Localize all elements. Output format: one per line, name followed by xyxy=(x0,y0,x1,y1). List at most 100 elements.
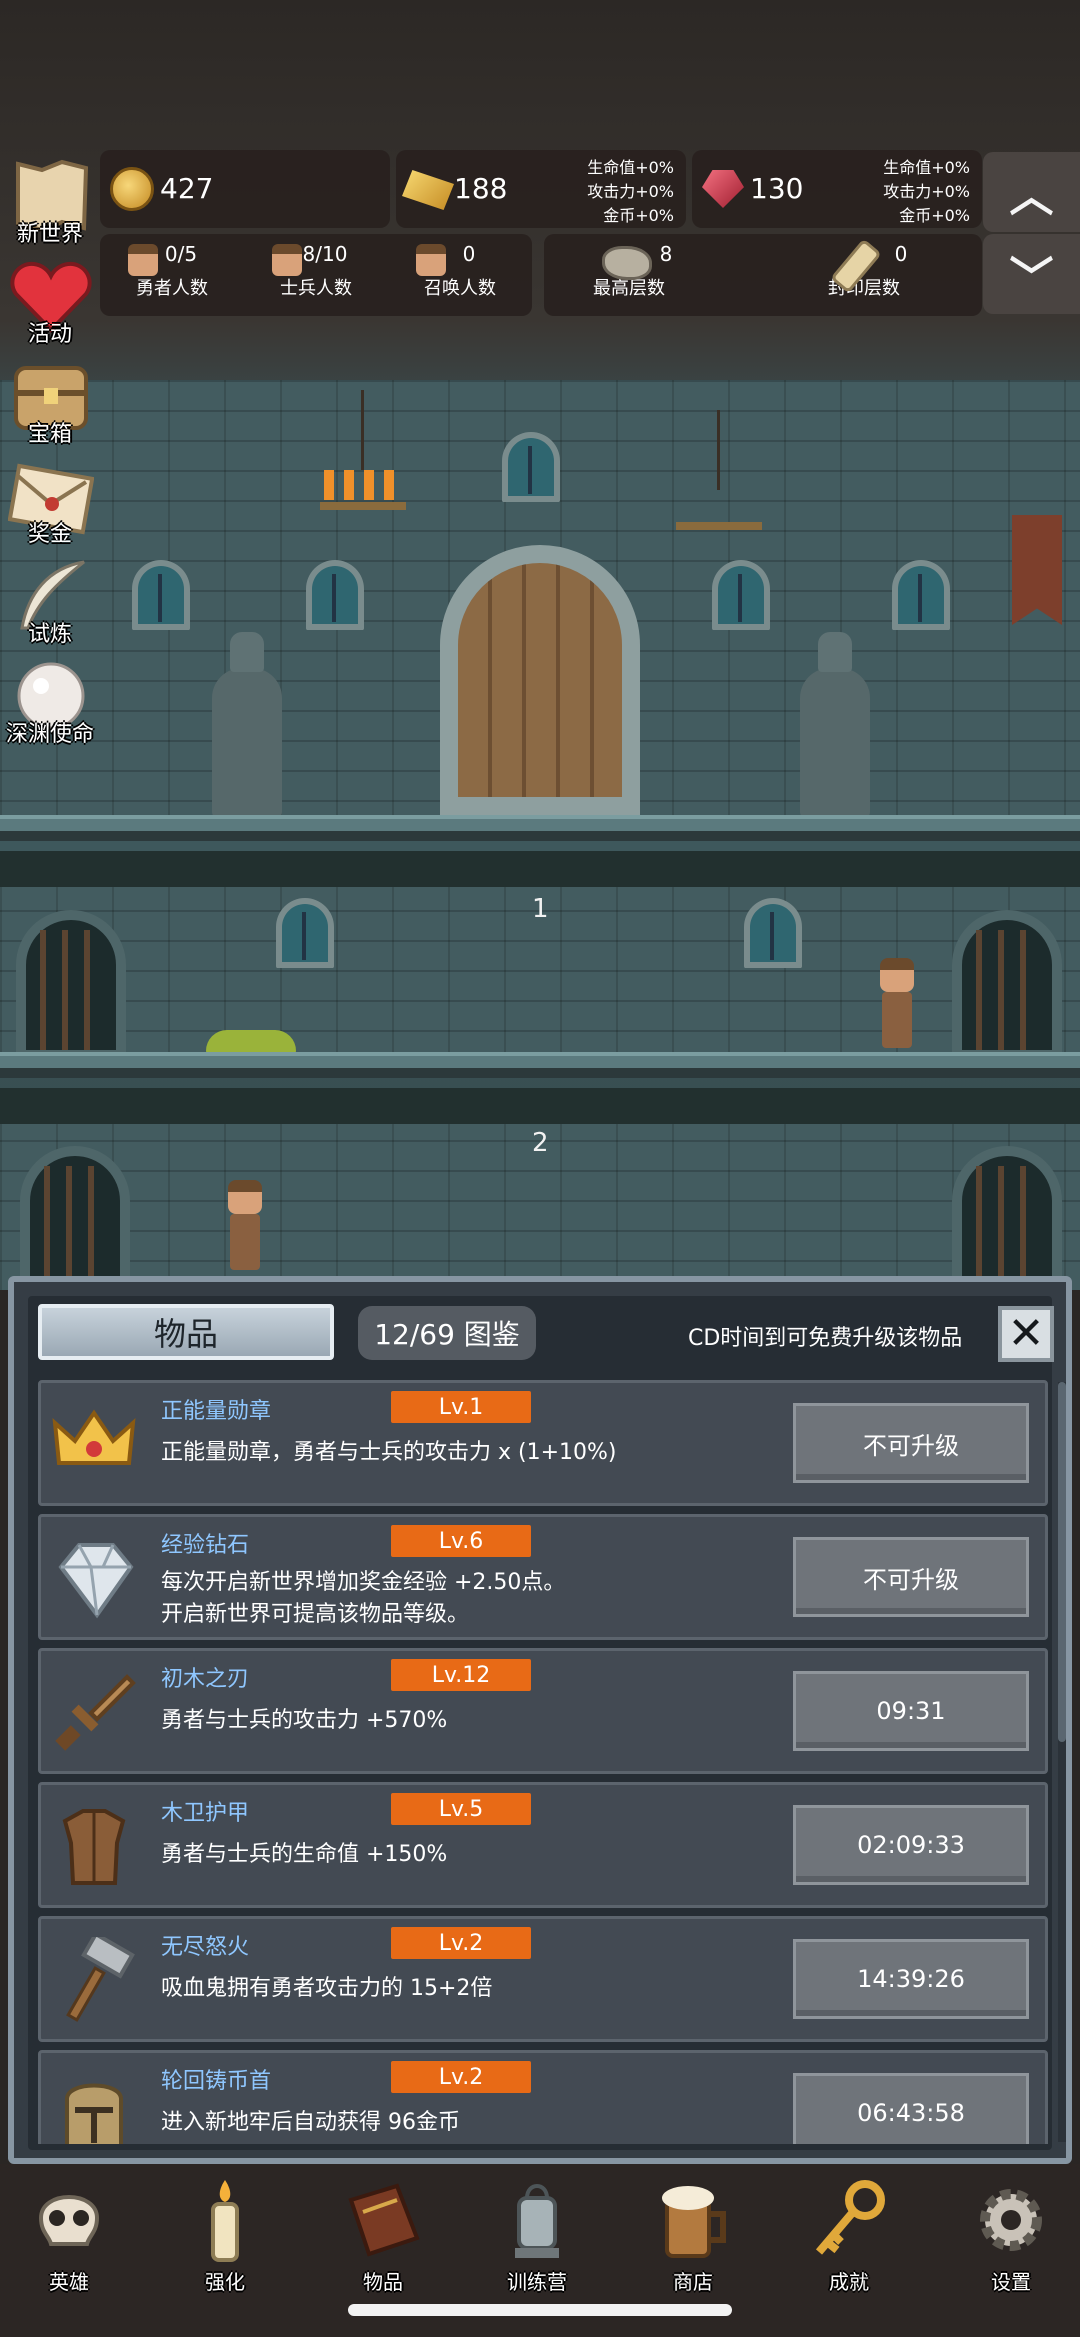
window xyxy=(712,560,770,630)
window xyxy=(132,560,190,630)
item-list-scrollbar[interactable] xyxy=(1058,1382,1066,2142)
nav-achievements[interactable]: 成就 xyxy=(784,2178,914,2298)
side-item-chest[interactable]: 宝箱 xyxy=(0,358,100,456)
item-card[interactable]: 经验钻石 Lv.6 每次开启新世界增加奖金经验 +2.50点。 开启新世界可提高… xyxy=(38,1514,1048,1640)
ruby-value: 130 xyxy=(750,172,804,205)
item-description-line: 每次开启新世界增加奖金经验 +2.50点。 xyxy=(161,1570,566,1595)
side-label: 深渊使命 xyxy=(5,722,94,747)
cd-hint: CD时间到可免费升级该物品 xyxy=(688,1326,963,1351)
panel-title-tab[interactable]: 物品 xyxy=(38,1304,334,1360)
knight-statue xyxy=(212,632,282,818)
side-item-events[interactable]: 活动 xyxy=(0,258,100,356)
window xyxy=(276,898,334,968)
hammer-icon xyxy=(66,1937,135,2022)
dungeon-door xyxy=(952,910,1062,1060)
item-description: 每次开启新世界增加奖金经验 +2.50点。 开启新世界可提高该物品等级。 xyxy=(161,1567,781,1631)
hero-count-label: 勇者人数 xyxy=(136,278,208,299)
item-description-line: 进入新地牢后自动获得 96金币 xyxy=(161,2110,460,2135)
gold-value: 427 xyxy=(160,172,214,205)
nav-enhance[interactable]: 强化 xyxy=(160,2178,290,2298)
hero-character xyxy=(224,1180,264,1272)
item-upgrade-button[interactable]: 不可升级 xyxy=(793,1403,1029,1483)
gold-bar-counter[interactable]: 188 生命值+0% 攻击力+0% 金币+0% xyxy=(396,150,686,228)
hp-bonus: 生命值+0% xyxy=(587,158,674,177)
candle-icon xyxy=(211,2180,239,2262)
ledge xyxy=(0,815,1080,841)
item-upgrade-button[interactable]: 02:09:33 xyxy=(793,1805,1029,1885)
nav-label: 物品 xyxy=(363,2270,403,2294)
close-icon: ✕ xyxy=(1007,1308,1045,1359)
soldier-count-label: 士兵人数 xyxy=(280,278,352,299)
gold-bar-value: 188 xyxy=(454,172,508,205)
item-list[interactable]: 正能量勋章 Lv.1 正能量勋章，勇者与士兵的攻击力 x (1+10%) 不可升… xyxy=(38,1380,1054,2144)
item-level-badge: Lv.5 xyxy=(391,1793,531,1825)
ruby-icon xyxy=(702,170,744,208)
item-card[interactable]: 正能量勋章 Lv.1 正能量勋章，勇者与士兵的攻击力 x (1+10%) 不可升… xyxy=(38,1380,1048,1506)
ruby-counter[interactable]: 130 生命值+0% 攻击力+0% 金币+0% xyxy=(692,150,982,228)
key-icon xyxy=(815,2180,885,2255)
atk-bonus: 攻击力+0% xyxy=(883,182,970,201)
nav-label: 商店 xyxy=(673,2270,713,2294)
nav-label: 成就 xyxy=(829,2270,869,2294)
item-card[interactable]: 无尽怒火 Lv.2 吸血鬼拥有勇者攻击力的 15+2倍 14:39:26 xyxy=(38,1916,1048,2042)
item-level-badge: Lv.1 xyxy=(391,1391,531,1423)
sealed-floor-label: 封印层数 xyxy=(828,278,900,299)
ledge-shadow xyxy=(0,851,1080,887)
soldier-count: 8/10 士兵人数 xyxy=(246,242,386,300)
summon-count-label: 召唤人数 xyxy=(424,278,496,299)
side-item-abyss[interactable]: 深渊使命 xyxy=(0,658,100,756)
item-description: 勇者与士兵的攻击力 +570% xyxy=(161,1705,781,1737)
scroll-up-button[interactable]: ︿ xyxy=(983,152,1080,232)
gold-bonus: 金币+0% xyxy=(603,206,674,225)
nav-settings[interactable]: 设置 xyxy=(946,2178,1076,2298)
gold-bar-bonuses: 生命值+0% 攻击力+0% 金币+0% xyxy=(587,156,674,228)
floor-stats: 8 最高层数 0 封印层数 xyxy=(544,234,982,316)
chandelier-lit xyxy=(320,390,406,510)
item-description-line: 勇者与士兵的攻击力 +570% xyxy=(161,1708,448,1733)
gear-icon xyxy=(980,2189,1042,2251)
summon-count: 0 召唤人数 xyxy=(390,242,530,300)
chevron-down-icon: ﹀ xyxy=(1009,253,1054,304)
window xyxy=(306,560,364,630)
item-level-badge: Lv.2 xyxy=(391,2061,531,2093)
side-item-trial[interactable]: 试炼 xyxy=(0,558,100,656)
item-card[interactable]: 初木之刃 Lv.12 勇者与士兵的攻击力 +570% 09:31 xyxy=(38,1648,1048,1774)
item-upgrade-button[interactable]: 不可升级 xyxy=(793,1537,1029,1617)
window xyxy=(502,432,560,502)
home-indicator[interactable] xyxy=(348,2304,732,2316)
side-label: 宝箱 xyxy=(27,422,72,447)
item-upgrade-button[interactable]: 09:31 xyxy=(793,1671,1029,1751)
dungeon-door xyxy=(20,1146,130,1290)
dungeon-door xyxy=(16,910,126,1060)
item-card[interactable]: 木卫护甲 Lv.5 勇者与士兵的生命值 +150% 02:09:33 xyxy=(38,1782,1048,1908)
scroll-down-button[interactable]: ﹀ xyxy=(983,234,1080,314)
item-name: 正能量勋章 xyxy=(161,1399,272,1424)
item-name: 初木之刃 xyxy=(161,1667,250,1692)
side-item-new-world[interactable]: 新世界 xyxy=(0,158,100,256)
item-card[interactable]: 轮回铸币首 Lv.2 进入新地牢后自动获得 96金币 06:43:58 xyxy=(38,2050,1048,2144)
max-floor: 8 最高层数 xyxy=(554,242,704,300)
item-upgrade-button[interactable]: 14:39:26 xyxy=(793,1939,1029,2019)
crown-icon xyxy=(52,1409,136,1465)
side-label: 奖金 xyxy=(27,522,72,547)
nav-training[interactable]: 训练营 xyxy=(472,2178,602,2298)
hero-face-icon xyxy=(128,244,158,276)
unit-counts: 0/5 勇者人数 8/10 士兵人数 0 召唤人数 xyxy=(100,234,532,316)
side-item-bonus[interactable]: 奖金 xyxy=(0,458,100,556)
close-button[interactable]: ✕ xyxy=(998,1306,1054,1362)
scrollbar-thumb[interactable] xyxy=(1058,1382,1066,1742)
skull-icon xyxy=(38,2195,100,2246)
nav-label: 英雄 xyxy=(49,2270,89,2294)
item-name: 无尽怒火 xyxy=(161,1935,250,1960)
helmet-icon xyxy=(65,2083,123,2144)
codex-button[interactable]: 12/69 图鉴 xyxy=(358,1306,536,1360)
item-upgrade-button[interactable]: 06:43:58 xyxy=(793,2073,1029,2144)
summon-face-icon xyxy=(416,244,446,276)
side-label: 新世界 xyxy=(16,222,83,247)
wooden-armor-icon xyxy=(62,1809,126,1885)
nav-shop[interactable]: 商店 xyxy=(628,2178,758,2298)
hero-count: 0/5 勇者人数 xyxy=(102,242,242,300)
nav-heroes[interactable]: 英雄 xyxy=(4,2178,134,2298)
nav-items[interactable]: 物品 xyxy=(318,2178,448,2298)
ledge xyxy=(0,1052,1080,1078)
